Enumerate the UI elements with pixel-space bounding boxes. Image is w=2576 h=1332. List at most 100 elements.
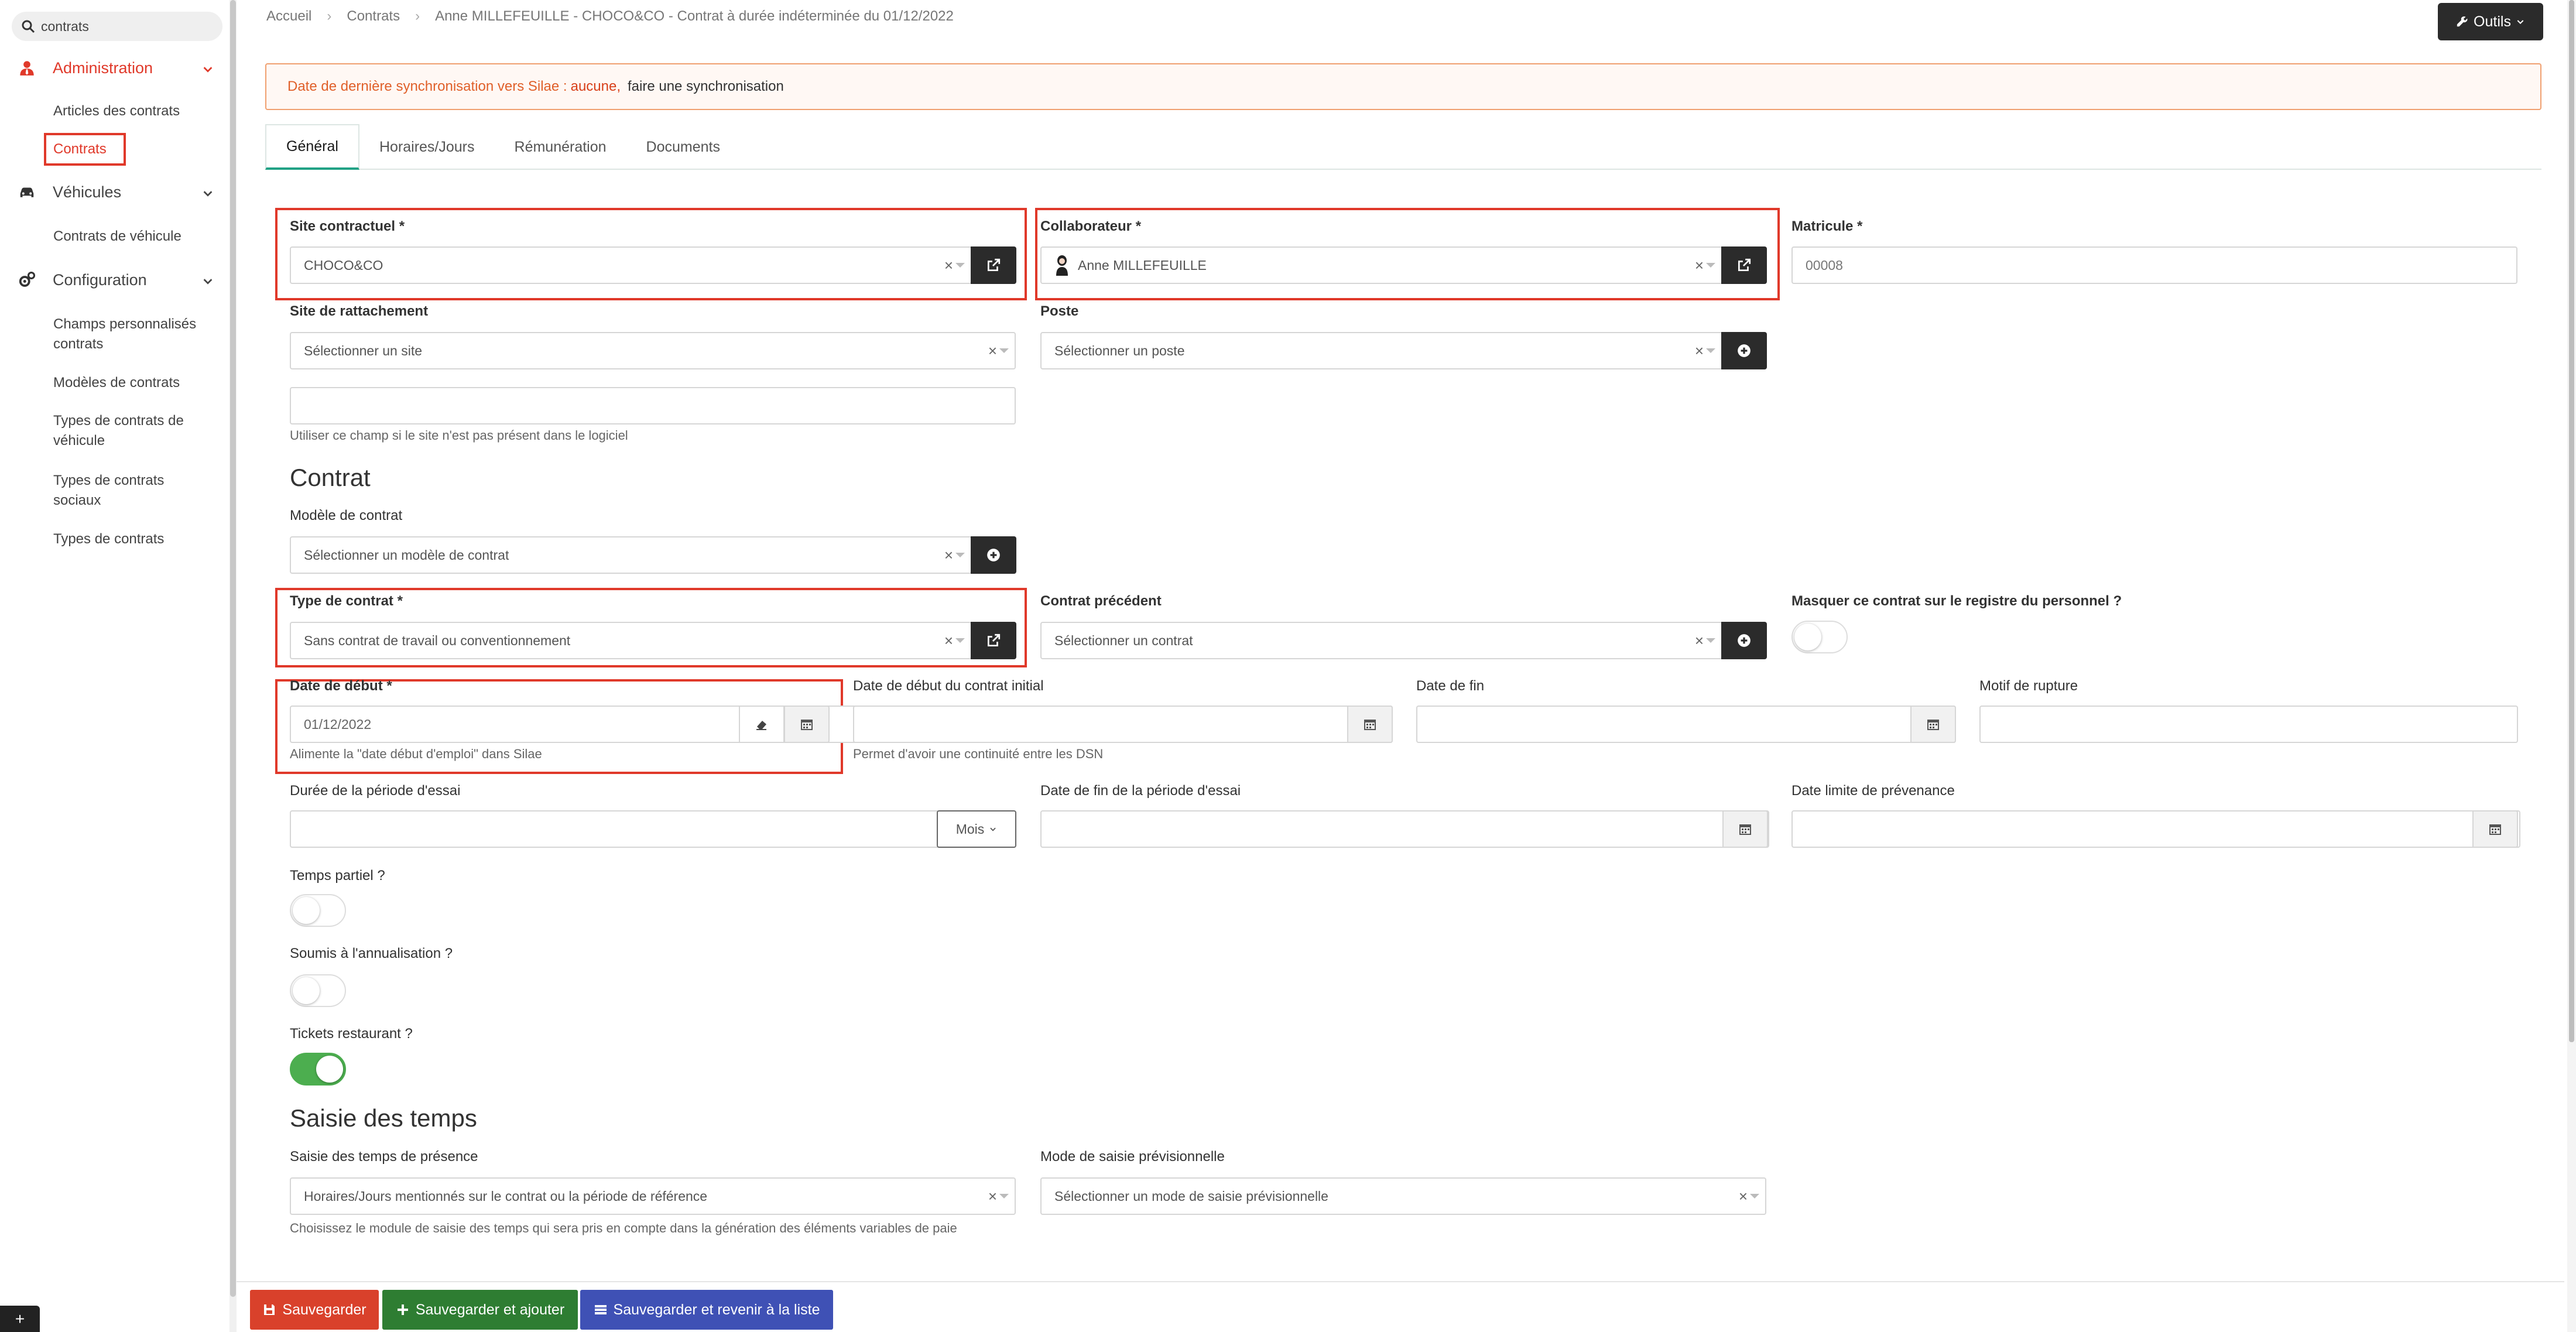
date-fin-essai-input[interactable] bbox=[1040, 810, 1769, 848]
chevron-down-icon[interactable] bbox=[201, 275, 214, 287]
add-contrat-precedent-button[interactable] bbox=[1721, 622, 1767, 659]
sidebar-item-modeles-contrats[interactable]: Modèles de contrats bbox=[53, 373, 217, 393]
open-site-button[interactable] bbox=[971, 246, 1016, 284]
saisie-presence-value: Horaires/Jours mentionnés sur le contrat… bbox=[304, 1188, 708, 1204]
saisie-presence-label: Saisie des temps de présence bbox=[290, 1149, 478, 1165]
open-collaborateur-button[interactable] bbox=[1721, 246, 1767, 284]
duree-unit-dropdown[interactable]: Mois bbox=[937, 810, 1016, 848]
saisie-presence-select[interactable]: Horaires/Jours mentionnés sur le contrat… bbox=[290, 1177, 1016, 1215]
tickets-toggle[interactable] bbox=[290, 1053, 346, 1086]
breadcrumb-contrats[interactable]: Contrats bbox=[347, 8, 400, 25]
sidebar-search[interactable]: contrats bbox=[12, 12, 222, 41]
save-and-back-label: Sauvegarder et revenir à la liste bbox=[613, 1301, 820, 1318]
breadcrumb-home[interactable]: Accueil bbox=[266, 8, 311, 25]
sidebar-scrollbar-thumb[interactable] bbox=[230, 0, 236, 1297]
site-rattachement-select[interactable]: Sélectionner un site × bbox=[290, 332, 1016, 369]
sidebar-expand-button[interactable]: + bbox=[0, 1306, 40, 1332]
sidebar-item-articles-contrats[interactable]: Articles des contrats bbox=[53, 101, 217, 121]
user-tie-icon bbox=[18, 59, 36, 77]
sidebar-item-contrats-vehicule[interactable]: Contrats de véhicule bbox=[53, 227, 217, 246]
external-link-icon bbox=[1738, 258, 1751, 272]
sync-link[interactable]: faire une synchronisation bbox=[628, 78, 784, 95]
caret-down-icon bbox=[999, 1194, 1009, 1199]
chevron-down-icon[interactable] bbox=[201, 63, 214, 76]
floppy-icon bbox=[264, 1304, 275, 1315]
contrat-precedent-select[interactable]: Sélectionner un contrat × bbox=[1040, 622, 1722, 659]
tab-horaires-jours[interactable]: Horaires/Jours bbox=[359, 124, 495, 170]
date-prevenance-input[interactable] bbox=[1791, 810, 2520, 848]
mode-saisie-select[interactable]: Sélectionner un mode de saisie prévision… bbox=[1040, 1177, 1766, 1215]
sidebar-section-configuration[interactable]: Configuration bbox=[18, 270, 147, 289]
matricule-input[interactable]: 00008 bbox=[1791, 246, 2517, 284]
calendar-icon bbox=[2489, 824, 2501, 835]
tab-general[interactable]: Général bbox=[265, 124, 359, 170]
modele-contrat-select[interactable]: Sélectionner un modèle de contrat × bbox=[290, 536, 972, 574]
caret-down-icon bbox=[1706, 638, 1715, 643]
clear-icon[interactable]: × bbox=[988, 342, 997, 360]
sidebar-section-vehicules[interactable]: Véhicules bbox=[18, 183, 121, 201]
clear-icon[interactable]: × bbox=[944, 256, 953, 275]
main-scrollbar-thumb[interactable] bbox=[2569, 0, 2574, 1042]
site-libre-input[interactable] bbox=[290, 387, 1016, 424]
clear-icon[interactable]: × bbox=[1695, 342, 1704, 360]
temps-partiel-toggle[interactable] bbox=[290, 894, 346, 927]
sidebar-item-types-contrats-vehicule[interactable]: Types de contrats de véhicule bbox=[53, 411, 205, 451]
calendar-button[interactable] bbox=[1910, 706, 1956, 743]
eraser-button[interactable] bbox=[739, 706, 785, 743]
open-type-contrat-button[interactable] bbox=[971, 622, 1016, 659]
clear-icon[interactable]: × bbox=[1739, 1187, 1748, 1206]
date-debut-initial-input[interactable] bbox=[853, 706, 1393, 743]
toggle-knob bbox=[1794, 624, 1821, 650]
matricule-value: 00008 bbox=[1806, 257, 1843, 273]
clear-icon[interactable]: × bbox=[1695, 256, 1704, 275]
save-button[interactable]: Sauvegarder bbox=[250, 1290, 379, 1330]
poste-select[interactable]: Sélectionner un poste × bbox=[1040, 332, 1722, 369]
type-contrat-label: Type de contrat * bbox=[290, 593, 403, 609]
sidebar-section-label: Administration bbox=[53, 59, 153, 77]
date-fin-essai-label: Date de fin de la période d'essai bbox=[1040, 783, 1241, 799]
date-fin-input[interactable] bbox=[1416, 706, 1956, 743]
date-debut-label: Date de début * bbox=[290, 678, 392, 694]
duree-essai-label: Durée de la période d'essai bbox=[290, 783, 461, 799]
save-and-add-button[interactable]: Sauvegarder et ajouter bbox=[382, 1290, 578, 1330]
caret-down-icon bbox=[955, 553, 965, 557]
chevron-down-icon[interactable] bbox=[201, 187, 214, 200]
search-input[interactable]: contrats bbox=[41, 19, 89, 35]
site-contractuel-value: CHOCO&CO bbox=[304, 257, 383, 273]
sidebar-section-label: Véhicules bbox=[53, 183, 122, 201]
plus-circle-icon bbox=[1738, 634, 1751, 647]
add-modele-button[interactable] bbox=[971, 536, 1016, 574]
caret-down-icon bbox=[999, 348, 1009, 353]
tab-remuneration[interactable]: Rémunération bbox=[495, 124, 626, 170]
outils-button[interactable]: Outils bbox=[2438, 3, 2543, 40]
save-and-add-label: Sauvegarder et ajouter bbox=[415, 1301, 565, 1318]
plus-circle-icon bbox=[1738, 344, 1751, 357]
site-contractuel-select[interactable]: CHOCO&CO × bbox=[290, 246, 972, 284]
date-debut-help: Alimente la "date début d'emploi" dans S… bbox=[290, 747, 542, 761]
collaborateur-select[interactable]: Anne MILLEFEUILLE × bbox=[1040, 246, 1722, 284]
tab-documents[interactable]: Documents bbox=[626, 124, 740, 170]
sidebar-item-types-contrats[interactable]: Types de contrats bbox=[53, 529, 217, 549]
calendar-button[interactable] bbox=[1722, 810, 1768, 848]
save-and-back-button[interactable]: Sauvegarder et revenir à la liste bbox=[580, 1290, 833, 1330]
masquer-toggle[interactable] bbox=[1791, 621, 1848, 653]
poste-placeholder: Sélectionner un poste bbox=[1054, 343, 1185, 358]
caret-down-icon bbox=[1706, 348, 1715, 353]
calendar-button[interactable] bbox=[1347, 706, 1393, 743]
annualisation-toggle[interactable] bbox=[290, 974, 346, 1007]
duree-essai-input[interactable] bbox=[290, 810, 940, 848]
clear-icon[interactable]: × bbox=[944, 632, 953, 650]
type-contrat-select[interactable]: Sans contrat de travail ou conventionnem… bbox=[290, 622, 972, 659]
clear-icon[interactable]: × bbox=[1695, 632, 1704, 650]
calendar-button[interactable] bbox=[2472, 810, 2518, 848]
add-poste-button[interactable] bbox=[1721, 332, 1767, 369]
sidebar-item-types-contrats-sociaux[interactable]: Types de contrats sociaux bbox=[53, 471, 182, 511]
clear-icon[interactable]: × bbox=[944, 546, 953, 564]
calendar-button[interactable] bbox=[784, 706, 830, 743]
calendar-icon bbox=[1739, 824, 1751, 835]
sidebar-section-administration[interactable]: Administration bbox=[18, 59, 153, 77]
clear-icon[interactable]: × bbox=[988, 1187, 997, 1206]
sidebar-item-champs-personnalises[interactable]: Champs personnalisés contrats bbox=[53, 314, 211, 354]
breadcrumb: Accueil › Contrats › Anne MILLEFEUILLE -… bbox=[266, 8, 954, 25]
motif-rupture-input[interactable] bbox=[1979, 706, 2518, 743]
